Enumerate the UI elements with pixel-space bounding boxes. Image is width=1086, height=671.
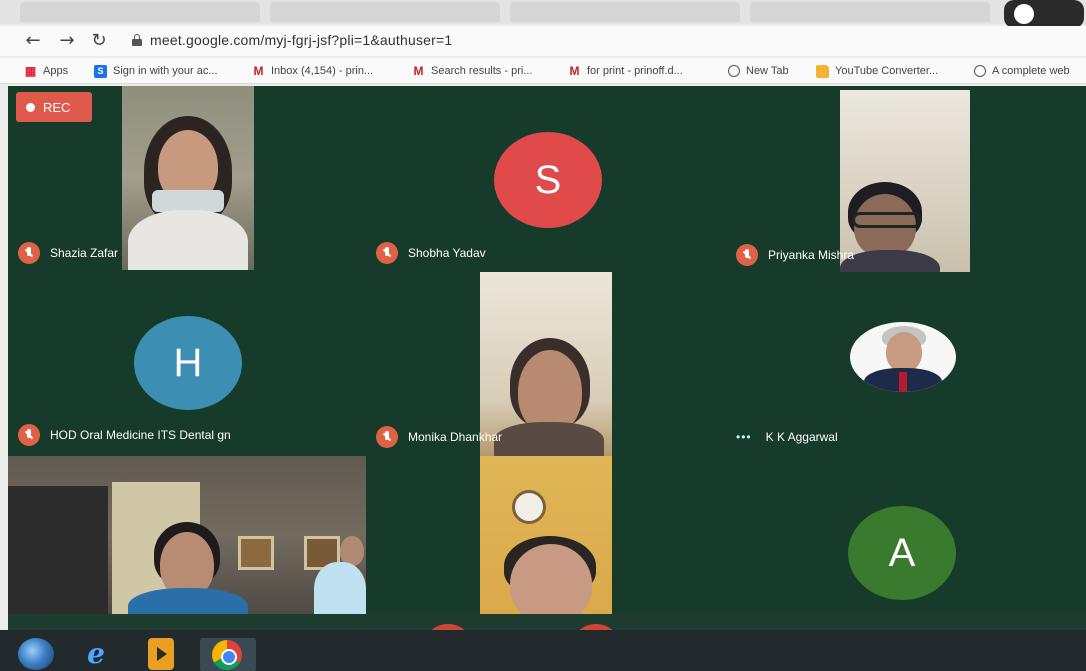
url-field[interactable]: meet.google.com/myj-fgrj-jsf?pli=1&authu… <box>150 32 452 48</box>
avatar-letter: H <box>173 340 203 385</box>
bookmark-new-tab[interactable]: New Tab <box>728 62 789 80</box>
meet-video-grid: REC Shazia Zafar S Shobha Yadav Priyanka… <box>8 86 1086 614</box>
address-bar-row: ← → ↻ meet.google.com/myj-fgrj-jsf?pli=1… <box>0 26 1086 56</box>
mic-off-icon <box>18 424 40 446</box>
participant-avatar[interactable]: H <box>134 316 242 410</box>
participant-name: Priyanka Mishra <box>768 248 855 262</box>
s-logo-icon: S <box>94 64 107 78</box>
participant-avatar[interactable]: A <box>848 506 956 600</box>
taskbar: e <box>0 630 1086 671</box>
participant-name: Shazia Zafar <box>50 246 119 260</box>
media-player-icon[interactable] <box>148 638 174 670</box>
bookmark-label: YouTube Converter... <box>835 65 939 77</box>
forward-arrow-icon[interactable]: → <box>56 30 78 52</box>
participant-video[interactable] <box>8 456 366 614</box>
participant-name: HOD Oral Medicine ITS Dental gn <box>50 428 231 442</box>
screenshot: ← → ↻ meet.google.com/myj-fgrj-jsf?pli=1… <box>0 0 1086 671</box>
participant-name-tag: Shobha Yadav <box>376 242 486 264</box>
recording-badge: REC <box>16 92 92 122</box>
browser-tab[interactable] <box>20 2 260 22</box>
participant-name: Monika Dhankhar <box>408 430 503 444</box>
participant-name-tag: Priyanka Mishra <box>736 244 854 266</box>
avatar-letter: S <box>534 157 562 202</box>
participant-name: Shobha Yadav <box>408 246 486 260</box>
participant-name: K K Aggarwal <box>765 430 838 444</box>
participant-name-tag: HOD Oral Medicine ITS Dental gn <box>18 424 231 446</box>
participant-video[interactable] <box>480 456 612 614</box>
browser-tab[interactable] <box>750 2 990 22</box>
profile-button[interactable] <box>1004 0 1084 28</box>
participant-video[interactable] <box>122 86 254 270</box>
participant-name-tag: ••• K K Aggarwal <box>736 430 838 444</box>
bookmark-label: Sign in with your ac... <box>113 65 218 77</box>
back-arrow-icon[interactable]: ← <box>22 30 44 52</box>
folder-icon <box>816 64 829 78</box>
browser-tab[interactable] <box>270 2 500 22</box>
participant-name-tag: Shazia Zafar <box>18 242 118 264</box>
chrome-taskbar-button[interactable] <box>200 638 256 671</box>
bookmark-sign-in[interactable]: S Sign in with your ac... <box>94 62 218 80</box>
bookmark-search-results[interactable]: M Search results - pri... <box>412 62 533 80</box>
bookmark-complete-web[interactable]: A complete web <box>974 62 1070 80</box>
bookmark-label: A complete web <box>992 65 1070 77</box>
apps-grid-icon: ▦ <box>24 63 37 78</box>
mic-off-icon <box>736 244 758 266</box>
bookmark-label: Inbox (4,154) - prin... <box>271 65 374 77</box>
reload-icon[interactable]: ↻ <box>88 30 110 52</box>
participant-name-tag: Monika Dhankhar <box>376 426 502 448</box>
globe-icon <box>974 65 986 77</box>
avatar-letter: A <box>888 530 916 575</box>
bookmark-inbox[interactable]: M Inbox (4,154) - prin... <box>252 62 374 80</box>
recording-label: REC <box>43 99 71 115</box>
chrome-icon <box>212 640 242 670</box>
mic-off-icon <box>376 242 398 264</box>
participant-avatar[interactable]: S <box>494 132 602 228</box>
browser-tab-strip <box>0 0 1086 28</box>
bookmark-label: Search results - pri... <box>431 65 533 77</box>
bookmark-youtube-converter[interactable]: YouTube Converter... <box>816 62 938 80</box>
bookmark-for-print[interactable]: M for print - prinoff.d... <box>568 62 683 80</box>
internet-explorer-icon[interactable]: e <box>80 638 112 670</box>
participant-video[interactable] <box>840 90 970 272</box>
participant-avatar[interactable] <box>850 322 956 392</box>
windows-start-icon[interactable] <box>18 638 54 670</box>
mic-off-icon <box>376 426 398 448</box>
browser-tab[interactable] <box>510 2 740 22</box>
mic-off-icon <box>18 242 40 264</box>
audio-indicator-icon: ••• <box>736 430 752 444</box>
lock-icon[interactable] <box>132 34 142 46</box>
gmail-icon: M <box>413 63 424 78</box>
record-dot-icon <box>26 102 35 112</box>
bookmark-label: for print - prinoff.d... <box>587 65 683 77</box>
profile-icon <box>1014 4 1034 24</box>
gmail-icon: M <box>569 63 580 78</box>
bookmarks-bar: ▦ Apps S Sign in with your ac... M Inbox… <box>0 58 1086 84</box>
globe-icon <box>728 65 740 77</box>
gmail-icon: M <box>253 63 264 78</box>
bookmark-label: New Tab <box>746 65 789 77</box>
bookmark-label: Apps <box>43 65 69 77</box>
bookmark-apps[interactable]: ▦ Apps <box>24 62 68 80</box>
